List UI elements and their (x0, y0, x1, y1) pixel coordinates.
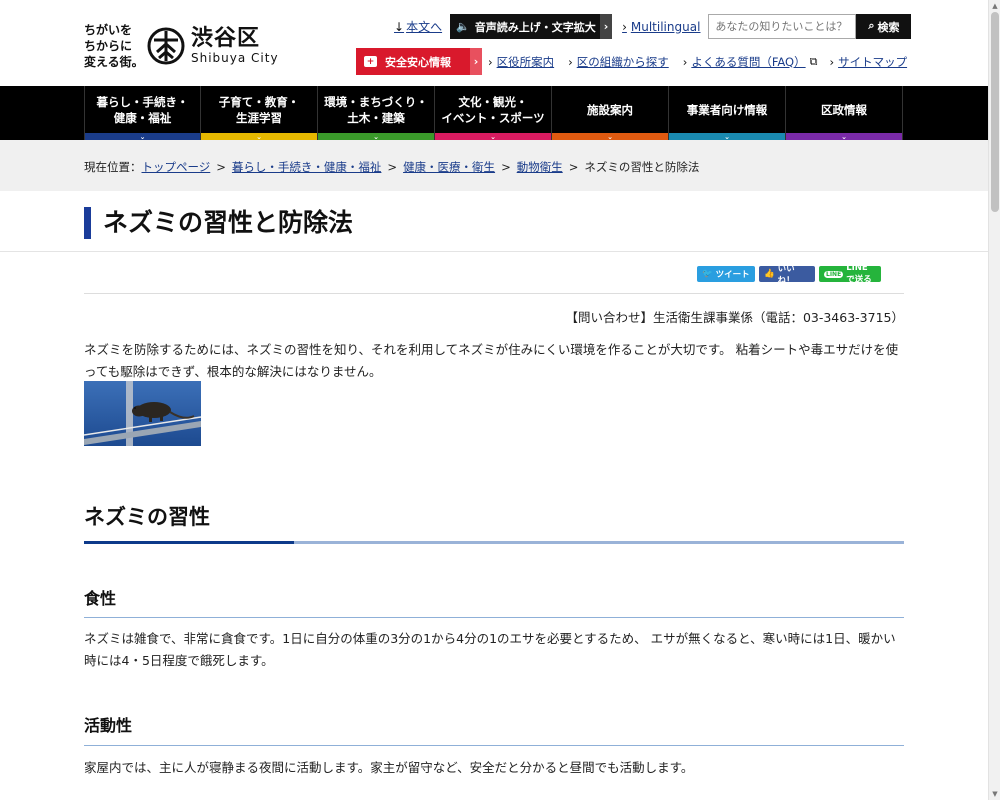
title-divider (0, 251, 988, 252)
tweet-button[interactable]: 🐦 ツイート (697, 266, 755, 282)
global-navigation: 暮らし・手続き・ 健康・福祉 ⌄ 子育て・教育・ 生涯学習 ⌄ 環境・まちづくり・ 土木… (0, 86, 988, 141)
breadcrumb-item-top[interactable]: トップページ (142, 159, 211, 175)
logo-name-en: Shibuya City (191, 51, 279, 65)
chevron-down-icon: ⌄ (435, 133, 551, 141)
gnav-item-0[interactable]: 暮らし・手続き・ 健康・福祉 ⌄ (84, 86, 201, 141)
chevron-right-icon: › (568, 54, 573, 69)
gnav-item-3[interactable]: 文化・観光・ イベント・スポーツ ⌄ (435, 86, 552, 141)
logo-name: 渋谷区 Shibuya City (191, 26, 279, 66)
chevron-right-icon: › (600, 14, 613, 39)
gnav-item-1[interactable]: 子育て・教育・ 生涯学習 ⌄ (201, 86, 318, 141)
chevron-down-icon: ⌄ (669, 133, 785, 141)
logo-tagline: ちがいを ちからに 変える街。 (84, 23, 144, 69)
gnav-item-4[interactable]: 施設案内 ⌄ (552, 86, 669, 141)
chevron-right-icon: › (622, 19, 627, 34)
skip-to-content-link[interactable]: ↓ 本文へ (394, 18, 442, 35)
site-header: ちがいを ちからに 変える街。 渋谷区 Shibuya City ↓ 本文へ 🔈… (0, 0, 988, 86)
external-link-icon: ⧉ (809, 54, 818, 68)
first-aid-icon: + (364, 56, 377, 67)
chevron-right-icon: › (488, 54, 493, 69)
scroll-up-icon[interactable]: ▲ (989, 0, 1000, 12)
section-heading: ネズミの習性 (84, 505, 210, 529)
chevron-down-icon: ⌄ (201, 133, 317, 141)
utility-row-top: ↓ 本文へ 🔈 音声読み上げ・文字拡大 › ›Multilingual ⌕ 検索 (394, 14, 912, 39)
gnav-item-label: 施設案内 (587, 103, 633, 117)
rat-image (84, 381, 201, 446)
speaker-icon: 🔈 (456, 20, 470, 33)
breadcrumb: 現在位置： トップページ > 暮らし・手続き・健康・福祉 > 健康・医療・衛生 … (0, 140, 988, 191)
chevron-down-icon: ⌄ (786, 133, 902, 141)
subsection-divider (84, 617, 904, 618)
activity-paragraph: 家屋内では、主に人が寝静まる夜間に活動します。家主が留守など、安全だと分かると昼… (84, 760, 694, 775)
gnav-item-5[interactable]: 事業者向け情報 ⌄ (669, 86, 786, 141)
search-icon: ⌕ (868, 20, 875, 32)
subsection-heading-activity: 活動性 (84, 716, 133, 735)
scroll-down-icon[interactable]: ▼ (989, 788, 1000, 800)
gnav-item-label: 環境・まちづくり・ 土木・建築 (324, 95, 428, 125)
link-organization[interactable]: › 区の組織から探す (568, 54, 669, 70)
link-sitemap[interactable]: › サイトマップ (829, 54, 907, 70)
gnav-item-2[interactable]: 環境・まちづくり・ 土木・建築 ⌄ (318, 86, 435, 141)
multilingual-link[interactable]: › Multilingual (622, 20, 700, 34)
chevron-down-icon: ⌄ (85, 133, 200, 141)
breadcrumb-prefix: 現在位置： (84, 160, 142, 174)
intro-paragraph: ネズミを防除するためには、ネズミの習性を知り、それを利用してネズミが住みにくい環… (84, 342, 899, 379)
breadcrumb-separator: > (387, 160, 398, 174)
section-divider (84, 541, 904, 544)
search-button[interactable]: ⌕ 検索 (856, 14, 912, 39)
breadcrumb-current: ネズミの習性と防除法 (584, 160, 700, 174)
thumbs-up-icon: 👍 (764, 269, 775, 279)
arrow-down-icon: ↓ (394, 19, 405, 34)
like-button[interactable]: 👍 いいね！ (759, 264, 815, 286)
diet-paragraph: ネズミは雑食で、非常に貪食です。1日に自分の体重の3分の1から4分の1のエサを必… (84, 631, 896, 668)
line-share-button[interactable]: LINE LINEで送る (819, 263, 881, 285)
chevron-down-icon: ⌄ (552, 133, 668, 141)
chevron-right-icon: › (470, 48, 482, 75)
line-icon: LINE (824, 270, 844, 278)
social-divider (84, 293, 904, 294)
subsection-divider (84, 745, 904, 746)
breadcrumb-separator: > (216, 160, 226, 174)
logo-name-jp: 渋谷区 (191, 26, 261, 51)
gnav-item-label: 暮らし・手続き・ 健康・福祉 (96, 95, 189, 125)
gnav-item-6[interactable]: 区政情報 ⌄ (786, 86, 903, 141)
site-logo[interactable]: ちがいを ちからに 変える街。 渋谷区 Shibuya City (84, 22, 279, 70)
rat-photo (84, 381, 201, 446)
link-office-guide[interactable]: › 区役所案内 (488, 54, 554, 70)
gnav-item-label: 区政情報 (821, 103, 867, 117)
gnav-item-label: 事業者向け情報 (686, 103, 768, 117)
shibuya-emblem-icon (147, 27, 185, 65)
breadcrumb-item-health[interactable]: 健康・医療・衛生 (403, 159, 495, 175)
subsection-heading-diet: 食性 (84, 589, 117, 608)
contact-info: 【問い合わせ】生活衛生課事業係（電話：03-3463-3715） (565, 310, 904, 325)
gnav-item-label: 子育て・教育・ 生涯学習 (218, 95, 300, 125)
safety-info-button[interactable]: + 安全安心情報 › (356, 48, 482, 75)
page-title: ネズミの習性と防除法 (84, 207, 353, 239)
link-faq[interactable]: › よくある質問（FAQ） ⧉ (683, 54, 818, 70)
scrollbar-thumb[interactable] (991, 12, 999, 212)
utility-row-bottom: + 安全安心情報 › › 区役所案内 › 区の組織から探す › よくある質問（FAQ）… (356, 48, 907, 75)
breadcrumb-item-living[interactable]: 暮らし・手続き・健康・福祉 (232, 159, 382, 175)
chevron-right-icon: › (829, 54, 835, 69)
vertical-scrollbar[interactable]: ▲ ▼ (988, 0, 1000, 800)
voice-reader-button[interactable]: 🔈 音声読み上げ・文字拡大 › (450, 14, 613, 39)
chevron-right-icon: › (682, 54, 688, 69)
gnav-item-label: 文化・観光・ イベント・スポーツ (441, 95, 545, 125)
search-input[interactable] (708, 14, 857, 39)
social-share: 🐦 ツイート 👍 いいね！ LINE LINEで送る (697, 263, 881, 286)
breadcrumb-item-animal[interactable]: 動物衛生 (517, 159, 563, 175)
twitter-bird-icon: 🐦 (702, 269, 713, 279)
breadcrumb-separator: > (501, 160, 511, 174)
chevron-down-icon: ⌄ (318, 133, 434, 141)
breadcrumb-separator: > (568, 160, 579, 174)
